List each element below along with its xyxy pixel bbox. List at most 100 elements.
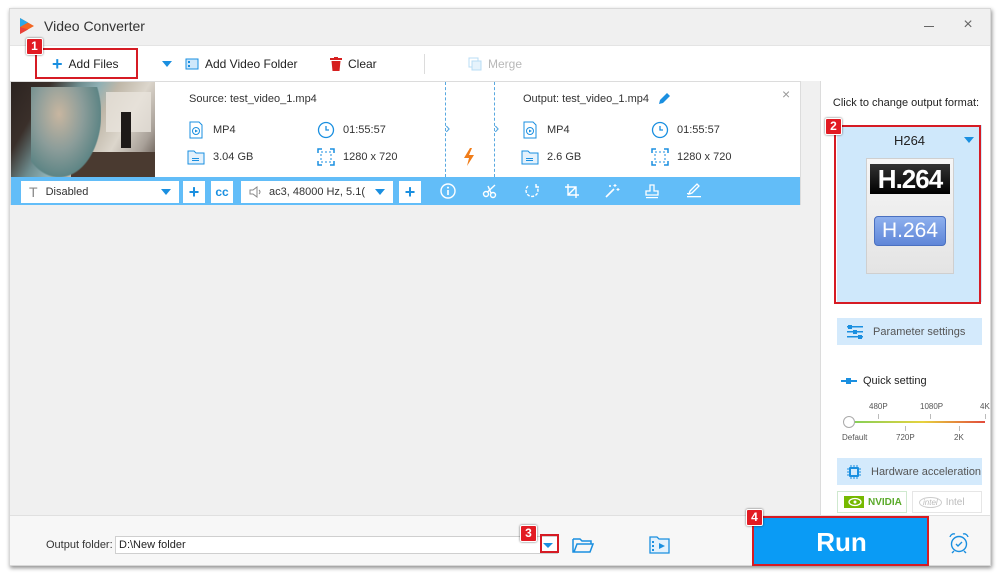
slider-label-default: Default <box>842 433 868 442</box>
quality-slider[interactable] <box>843 415 985 435</box>
source-duration-value: 01:55:57 <box>343 124 386 136</box>
callout-output-dropdown <box>540 534 559 553</box>
subtitle-select-value: Disabled <box>45 186 89 198</box>
hardware-acceleration-button[interactable]: Hardware acceleration <box>837 458 982 485</box>
speaker-icon <box>249 186 261 198</box>
intel-button[interactable]: intel Intel <box>912 491 982 513</box>
clear-button[interactable]: Clear <box>330 46 377 82</box>
watermark-button[interactable] <box>643 182 661 200</box>
output-resolution-value: 1280 x 720 <box>677 151 732 163</box>
source-format: MP4 <box>187 121 236 139</box>
main-toolbar: + Add Files Add Video Folder Clear Merge <box>10 45 990 81</box>
source-filename: Source: test_video_1.mp4 <box>189 93 317 105</box>
chevron-down-icon <box>161 189 171 195</box>
chevron-down-icon <box>375 189 385 195</box>
quick-setting-label: Quick setting <box>863 375 927 387</box>
parameter-settings-label: Parameter settings <box>873 325 966 338</box>
intel-label: Intel <box>945 496 965 508</box>
output-format: MP4 <box>521 121 570 139</box>
output-resolution: 1280 x 720 <box>651 148 731 166</box>
merge-button[interactable]: Merge <box>468 46 522 82</box>
magic-wand-icon <box>605 184 620 198</box>
source-format-value: MP4 <box>213 124 236 136</box>
output-duration-value: 01:55:57 <box>677 124 720 136</box>
add-audio-button[interactable]: + <box>399 181 421 203</box>
nvidia-label: NVIDIA <box>868 496 902 508</box>
slider-label-480p: 480P <box>869 402 888 411</box>
slider-label-4k: 4K <box>980 402 990 411</box>
crop-button[interactable] <box>563 182 581 200</box>
merge-icon <box>468 57 482 71</box>
quick-setting-heading: Quick setting <box>841 375 927 387</box>
resolution-icon <box>651 148 669 166</box>
open-folder-icon[interactable] <box>572 535 594 555</box>
folder-file-icon <box>187 150 205 165</box>
video-thumbnail[interactable] <box>11 82 155 177</box>
slider-label-1080p: 1080P <box>920 402 944 411</box>
clock-icon <box>651 121 669 139</box>
info-button[interactable] <box>439 182 457 200</box>
output-format-value: MP4 <box>547 124 570 136</box>
slider-tick <box>985 414 986 419</box>
add-subtitle-button[interactable]: + <box>183 181 205 203</box>
folder-file-icon <box>521 150 539 165</box>
close-window-button[interactable]: × <box>960 17 976 33</box>
app-title: Video Converter <box>44 18 145 34</box>
slider-label-2k: 2K <box>954 433 964 442</box>
subtitle-select[interactable]: T Disabled <box>21 181 179 203</box>
output-format-hint: Click to change output format: <box>832 97 980 109</box>
rotate-icon <box>525 184 539 198</box>
source-size: 3.04 GB <box>187 148 253 166</box>
effects-button[interactable] <box>603 182 621 200</box>
callout-run <box>752 516 929 566</box>
file-list: Source: test_video_1.mp4 MP4 01:55:57 3.… <box>10 81 808 515</box>
output-duration: 01:55:57 <box>651 121 720 139</box>
subtitle-edit-button[interactable] <box>685 182 703 200</box>
open-video-folder-icon[interactable] <box>649 535 671 555</box>
minimize-button[interactable] <box>922 19 936 33</box>
toolbar-separator <box>424 54 425 74</box>
add-video-folder-label: Add Video Folder <box>205 57 298 71</box>
audio-track-select[interactable]: ac3, 48000 Hz, 5.1( <box>241 181 393 203</box>
alarm-clock-icon[interactable] <box>948 532 970 554</box>
subtitle-settings-button[interactable]: cc <box>211 181 233 203</box>
source-resolution: 1280 x 720 <box>317 148 397 166</box>
cc-icon: cc <box>215 185 229 199</box>
stamp-icon <box>645 184 659 199</box>
file-action-bar: T Disabled + cc ac3, 48000 Hz, 5.1( + <box>11 177 800 205</box>
chevron-down-icon <box>162 61 172 67</box>
rotate-button[interactable] <box>523 182 541 200</box>
nvidia-button[interactable]: NVIDIA <box>837 491 907 513</box>
add-video-folder-button[interactable]: Add Video Folder <box>185 46 298 82</box>
info-icon <box>440 183 456 199</box>
parameter-settings-button[interactable]: Parameter settings <box>837 318 982 345</box>
title-bar: Video Converter × <box>10 9 990 45</box>
add-files-dropdown[interactable] <box>162 46 172 82</box>
clear-label: Clear <box>348 57 377 71</box>
file-item: Source: test_video_1.mp4 MP4 01:55:57 3.… <box>10 81 801 205</box>
trash-icon <box>330 57 342 71</box>
source-resolution-value: 1280 x 720 <box>343 151 398 163</box>
scissors-icon <box>482 184 497 199</box>
chip-icon <box>847 464 861 479</box>
pencil-icon[interactable] <box>657 92 671 106</box>
callout-badge-2: 2 <box>825 118 842 135</box>
app-window: Video Converter × + Add Files Add Video … <box>9 8 991 566</box>
text-icon: T <box>29 184 38 200</box>
slider-label-720p: 720P <box>896 433 915 442</box>
output-folder-input[interactable]: D:\New folder <box>115 536 558 554</box>
video-file-icon <box>523 121 537 139</box>
output-folder-label: Output folder: <box>46 539 113 551</box>
intel-logo-icon: intel <box>919 496 942 508</box>
trim-button[interactable] <box>481 182 499 200</box>
merge-label: Merge <box>488 57 523 71</box>
lightning-icon <box>464 148 474 166</box>
sliders-icon <box>847 324 863 339</box>
remove-file-button[interactable]: × <box>782 86 790 102</box>
audio-track-value: ac3, 48000 Hz, 5.1( <box>269 186 366 198</box>
output-size-value: 2.6 GB <box>547 151 582 163</box>
arrow-right-icon: › <box>494 120 500 137</box>
source-size-value: 3.04 GB <box>213 151 254 163</box>
slider-knob[interactable] <box>843 416 855 428</box>
quick-setting-icon <box>841 378 857 384</box>
